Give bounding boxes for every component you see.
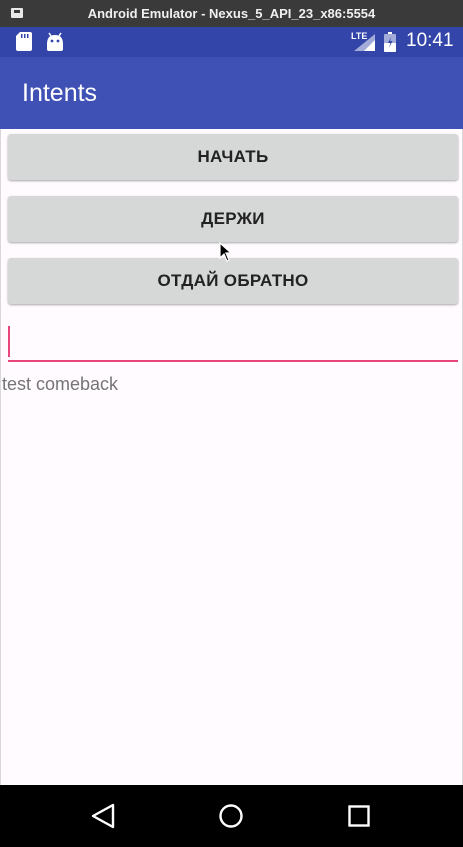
- text-input[interactable]: [8, 326, 458, 362]
- hold-button[interactable]: ДЕРЖИ: [8, 196, 458, 242]
- sd-card-icon: [16, 32, 32, 51]
- back-icon[interactable]: [91, 803, 115, 829]
- recents-icon[interactable]: [348, 805, 370, 827]
- mouse-pointer-icon: [219, 242, 233, 262]
- emulator-title-bar: Android Emulator - Nexus_5_API_23_x86:55…: [0, 0, 463, 27]
- text-cursor: [8, 326, 10, 357]
- emulator-title: Android Emulator - Nexus_5_API_23_x86:55…: [87, 6, 376, 21]
- start-button[interactable]: НАЧАТЬ: [8, 134, 458, 180]
- result-text: test comeback: [2, 374, 119, 394]
- app-title: Intents: [22, 79, 98, 107]
- android-debug-icon: [47, 32, 63, 51]
- signal-icon: [354, 34, 375, 51]
- give-back-button[interactable]: ОТДАЙ ОБРАТНО: [8, 258, 458, 304]
- main-content: НАЧАТЬ ДЕРЖИ ОТДАЙ ОБРАТНО test comeback: [0, 129, 463, 785]
- home-icon[interactable]: [219, 804, 243, 828]
- navigation-bar: [0, 785, 463, 847]
- status-clock: 10:41: [406, 30, 454, 51]
- status-bar: LTE 10:41: [0, 27, 463, 57]
- battery-icon: [384, 32, 396, 52]
- emulator-window: Android Emulator - Nexus_5_API_23_x86:55…: [0, 0, 463, 847]
- app-bar: Intents: [0, 57, 463, 129]
- emulator-window-icon[interactable]: [11, 8, 23, 18]
